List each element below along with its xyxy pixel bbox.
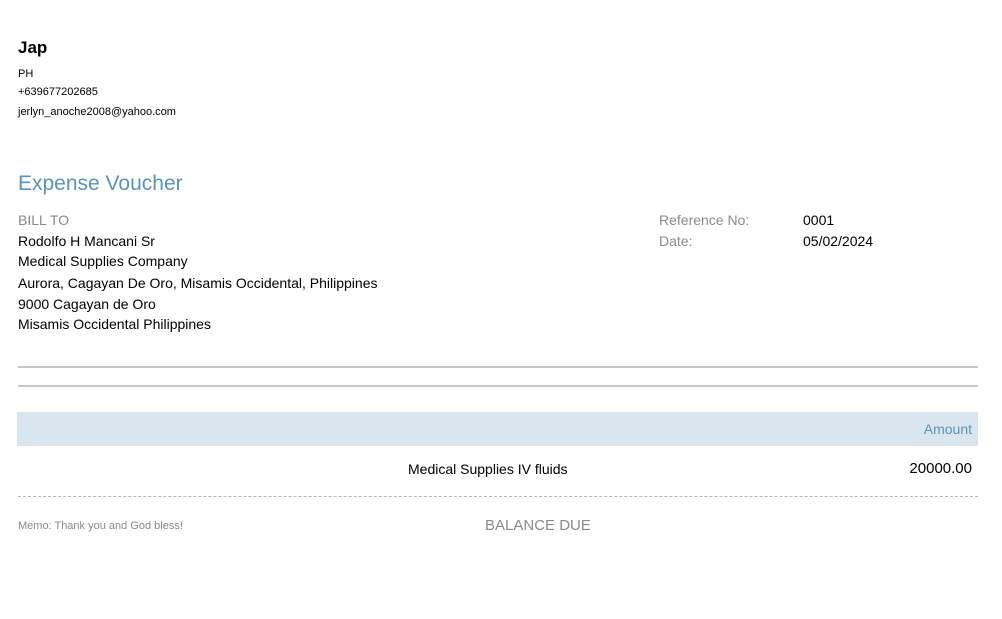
bill-to-line: Medical Supplies Company xyxy=(18,253,188,269)
table-row: Medical Supplies IV fluids 20000.00 xyxy=(17,456,978,484)
reference-value: 0001 xyxy=(803,212,835,228)
bill-to-line: Misamis Occidental Philippines xyxy=(18,316,211,332)
date-label: Date: xyxy=(659,233,693,249)
row-amount: 20000.00 xyxy=(909,460,972,477)
expense-voucher-page: { "issuer": { "name": "Jap", "country": … xyxy=(0,0,1002,619)
date-value: 05/02/2024 xyxy=(803,233,874,249)
table-header: Amount xyxy=(17,412,978,446)
issuer-phone: +639677202685 xyxy=(18,86,98,98)
row-description: Medical Supplies IV fluids xyxy=(408,461,568,477)
bill-to-line: 9000 Cagayan de Oro xyxy=(18,296,156,312)
bill-to-label: BILL TO xyxy=(18,212,70,228)
issuer-email: jerlyn_anoche2008@yahoo.com xyxy=(18,106,176,118)
divider xyxy=(18,385,978,387)
bill-to-line: Rodolfo H Mancani Sr xyxy=(18,233,155,249)
amount-column-header: Amount xyxy=(923,421,972,437)
reference-label: Reference No: xyxy=(659,212,750,228)
bill-to-line: Aurora, Cagayan De Oro, Misamis Occident… xyxy=(18,275,378,291)
document-title: Expense Voucher xyxy=(18,172,183,195)
balance-due-label: BALANCE DUE xyxy=(485,517,591,534)
divider xyxy=(18,366,978,368)
dashed-divider xyxy=(18,496,978,497)
issuer-country: PH xyxy=(18,68,34,80)
memo-text: Memo: Thank you and God bless! xyxy=(18,520,183,532)
issuer-name: Jap xyxy=(18,38,48,57)
